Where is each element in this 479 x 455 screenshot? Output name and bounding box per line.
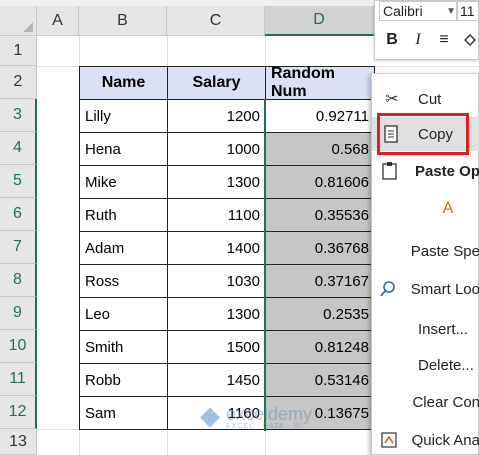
menu-item-label: Cut [418,90,442,108]
exceldemy-logo-icon [200,407,220,428]
watermark: exceldemy EXCEL · DATA · BI [200,405,312,430]
cell-random-number[interactable]: 0.92711 [265,99,375,133]
row-header-8[interactable]: 8 [0,264,37,297]
row-header-4[interactable]: 4 [0,132,37,165]
cell-name[interactable]: Hena [79,132,168,166]
cell-random-number[interactable]: 0.2535 [265,297,375,331]
cell-name[interactable]: Smith [79,330,168,364]
cell-salary[interactable]: 1500 [167,330,266,364]
cell-salary[interactable]: 1200 [167,99,266,133]
menu-item-label: Smart Loo [410,280,479,298]
row-header-6[interactable]: 6 [0,198,37,231]
row-header-5[interactable]: 5 [0,165,37,198]
row-header-1[interactable]: 1 [0,36,37,66]
cell-salary[interactable]: 1000 [167,132,266,166]
menu-item-insert[interactable]: Insert... [372,312,479,346]
cell-random-number[interactable]: 0.36768 [265,231,375,265]
header-name[interactable]: Name [79,66,168,100]
menu-item-label: Paste Spe [410,242,479,260]
cell-name[interactable]: Leo [79,297,168,331]
mini-toolbar: Calibri ▼ 11 B I ≡ [374,0,479,60]
menu-item-smart-lookup[interactable]: Smart Loo [372,272,479,306]
cell-random-number[interactable]: 0.53146 [265,363,375,397]
cell-salary[interactable]: 1300 [167,165,266,199]
cell-random-number[interactable]: 0.81606 [265,165,375,199]
column-header-c[interactable]: C [167,6,265,36]
row-header-11[interactable]: 11 [0,363,37,396]
cell-salary[interactable]: 1100 [167,198,266,232]
menu-item-label: Paste Op [414,162,479,180]
menu-item-label: Clear Con [412,393,479,411]
column-header-d[interactable]: D [265,6,374,36]
cell-name[interactable]: Ross [79,264,168,298]
menu-item-quick-analysis[interactable]: Quick Ana [372,423,479,455]
row-header-10[interactable]: 10 [0,330,37,363]
scissors-icon: ✂ [385,91,399,108]
cell-name[interactable]: Robb [79,363,168,397]
cell-salary[interactable]: 1030 [167,264,266,298]
header-salary[interactable]: Salary [167,66,266,100]
cell-name[interactable]: Adam [79,231,168,265]
font-name-dropdown[interactable]: Calibri ▼ [379,1,457,21]
cell-salary[interactable]: 1400 [167,231,266,265]
cell-random-number[interactable]: 0.568 [265,132,375,166]
menu-item-label: Delete... [418,356,474,374]
row-header-3[interactable]: 3 [0,99,37,132]
paste-format-icon: A [442,200,454,217]
menu-item-label: Quick Ana [411,431,479,449]
search-icon [372,280,405,298]
header-random-number[interactable]: Random Num [265,65,375,100]
menu-item-label: Insert... [418,320,469,338]
cell-salary[interactable]: 1300 [167,297,266,331]
font-name-value: Calibri [383,3,423,19]
row-header-9[interactable]: 9 [0,297,37,330]
row-header-7[interactable]: 7 [0,231,37,264]
menu-item-delete[interactable]: Delete... [372,348,479,382]
row-header-2[interactable]: 2 [0,66,37,99]
cell-random-number[interactable]: 0.37167 [265,264,375,298]
fill-color-icon[interactable] [461,29,479,51]
cell-name[interactable]: Lilly [79,99,168,133]
menu-item-cut[interactable]: ✂ Cut [372,82,479,116]
row-header-13[interactable]: 13 [0,429,37,455]
paste-option-formatting[interactable]: A [372,192,479,226]
cell-salary[interactable]: 1450 [167,363,266,397]
paste-icon [372,161,409,181]
cell-random-number[interactable]: 0.81248 [265,330,375,364]
cell-random-number[interactable]: 0.35536 [265,198,375,232]
column-header-a[interactable]: A [37,6,79,36]
cell-name[interactable]: Sam [79,396,168,430]
watermark-tagline: EXCEL · DATA · BI [226,423,302,430]
bold-button[interactable]: B [383,29,401,51]
italic-button[interactable]: I [409,29,427,51]
font-size-dropdown[interactable]: 11 [457,1,479,21]
watermark-name: exceldemy [226,404,313,424]
cell-name[interactable]: Mike [79,165,168,199]
quick-analysis-icon [372,431,406,449]
column-header-b[interactable]: B [79,6,167,36]
cell-name[interactable]: Ruth [79,198,168,232]
menu-item-paste-special[interactable]: Paste Spe [372,234,479,268]
menu-item-paste-options[interactable]: Paste Op [372,154,479,188]
copy-marquee-border [264,99,266,431]
select-all-corner[interactable] [0,6,37,36]
align-button[interactable]: ≡ [435,29,453,51]
copy-highlight-box [377,113,469,155]
menu-item-clear-contents[interactable]: Clear Con [372,385,479,419]
chevron-down-icon: ▼ [446,5,456,17]
row-header-12[interactable]: 12 [0,396,37,429]
